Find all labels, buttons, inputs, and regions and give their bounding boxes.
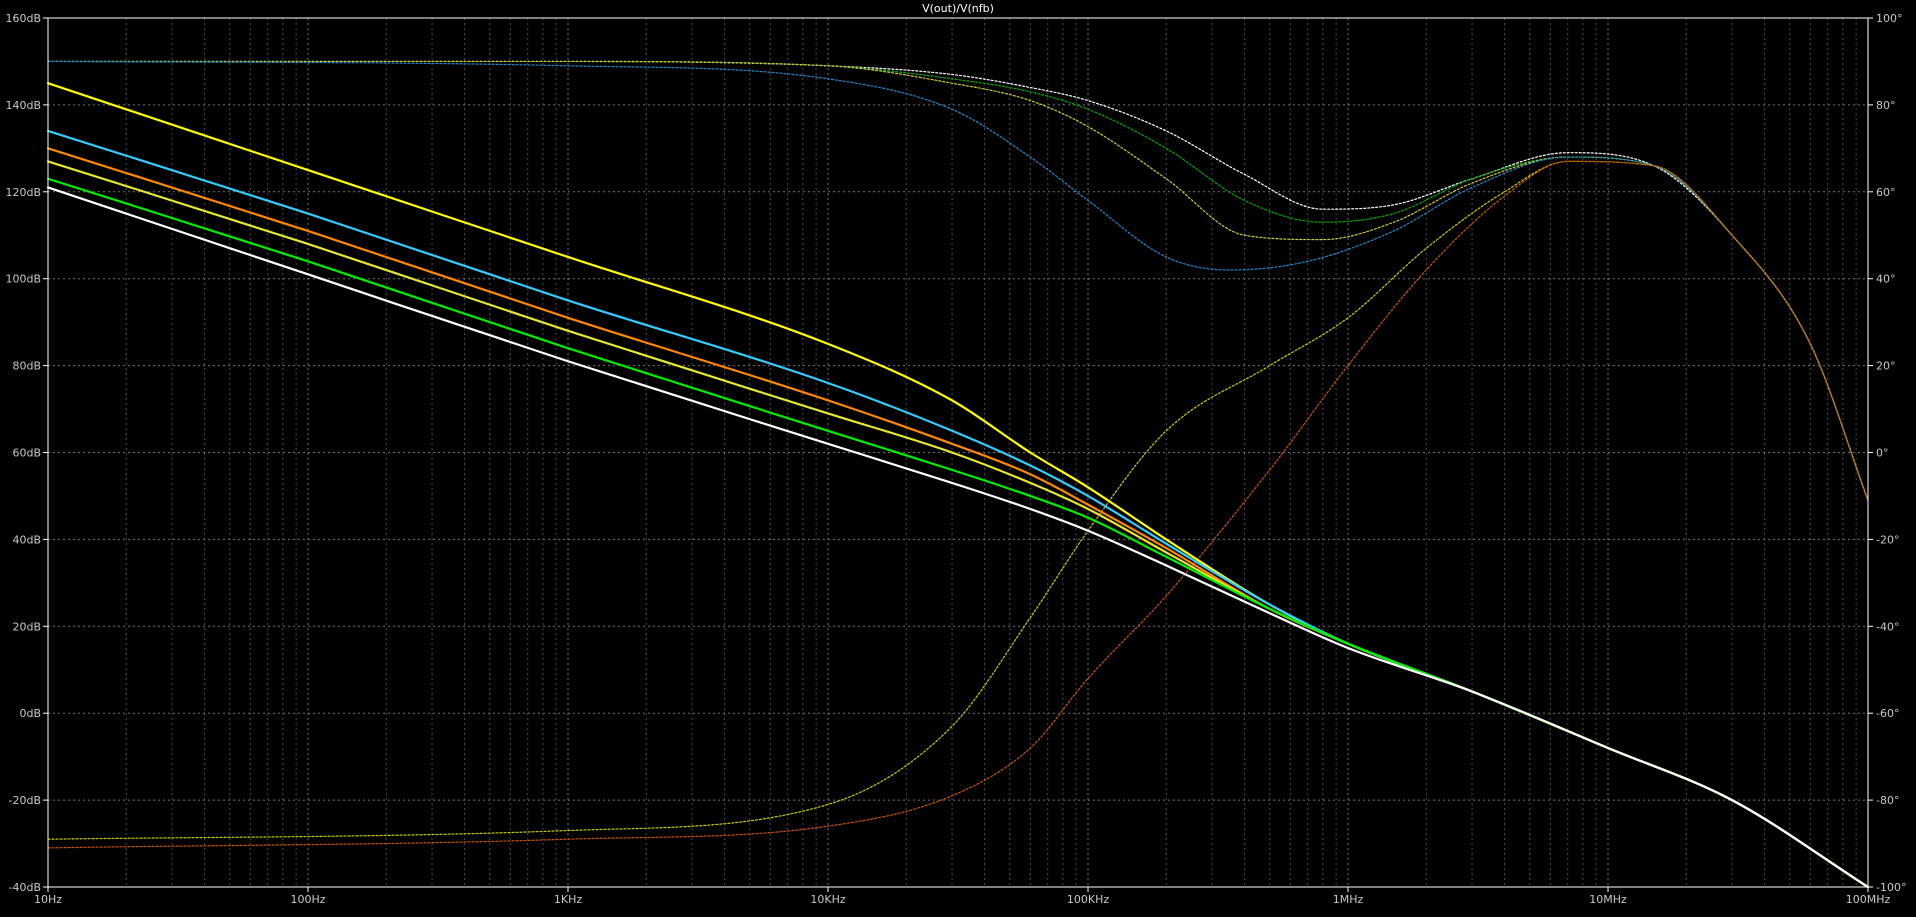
y-right-tick-label: -100° (1876, 881, 1906, 894)
bode-plot: V(out)/V(nfb) 10Hz 100Hz 1KHz 10KHz 100KHz 1M… (0, 0, 1916, 917)
y-left-tick-label: 140dB (5, 99, 41, 112)
y-left-tick-label: 120dB (5, 186, 41, 199)
y-right-tick-label: 40° (1876, 273, 1896, 286)
x-tick-label: 100Hz (290, 893, 325, 906)
y-right-tick-label: -60° (1876, 707, 1899, 720)
y-right-tick-label: -20° (1876, 533, 1899, 546)
x-tick-label: 1MHz (1333, 893, 1364, 906)
y-left-tick-label: 100dB (5, 273, 41, 286)
x-tick-label: 10MHz (1589, 893, 1627, 906)
y-left-tick-label: 160dB (5, 12, 41, 25)
y-right-tick-label: 20° (1876, 360, 1896, 373)
y-right-tick-label: 100° (1876, 12, 1903, 25)
x-tick-label: 100KHz (1067, 893, 1109, 906)
y-right-tick-label: 60° (1876, 186, 1896, 199)
y-right-tick-label: -80° (1876, 794, 1899, 807)
y-left-tick-label: 60dB (12, 447, 41, 460)
y-right-tick-label: 80° (1876, 99, 1896, 112)
x-tick-label: 100MHz (1846, 893, 1891, 906)
x-tick-label: 1KHz (554, 893, 582, 906)
chart-title: V(out)/V(nfb) (922, 2, 994, 15)
y-left-tick-label: 40dB (12, 533, 41, 546)
y-left-tick-label: -20dB (9, 794, 42, 807)
y-left-tick-label: -40dB (9, 881, 42, 894)
y-right-tick-label: -40° (1876, 620, 1899, 633)
x-tick-label: 10Hz (34, 893, 62, 906)
y-left-tick-label: 0dB (19, 707, 41, 720)
y-left-tick-label: 80dB (12, 360, 41, 373)
x-tick-label: 10KHz (810, 893, 845, 906)
y-right-tick-label: 0° (1876, 447, 1889, 460)
plot-background (0, 0, 1916, 917)
y-left-tick-label: 20dB (12, 620, 41, 633)
